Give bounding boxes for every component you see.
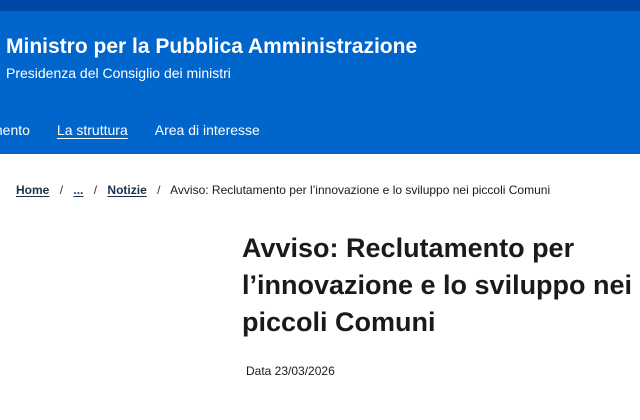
main-nav: mento La struttura Area di interesse <box>0 118 287 142</box>
breadcrumb-separator: / <box>157 183 161 197</box>
breadcrumb-separator: / <box>93 183 98 197</box>
nav-item-area-di-interesse[interactable]: Area di interesse <box>155 122 260 138</box>
breadcrumb-separator: / <box>59 183 64 197</box>
breadcrumb-news-link[interactable]: Notizie <box>107 183 146 197</box>
breadcrumb-ellipsis-link[interactable]: ... <box>73 183 83 197</box>
breadcrumb-current: Avviso: Reclutamento per l’innovazione e… <box>170 183 551 197</box>
breadcrumb-home-link[interactable]: Home <box>16 183 49 197</box>
site-header: Ministro per la Pubblica Amministrazione… <box>0 11 640 154</box>
nav-item-partial[interactable]: mento <box>0 122 30 138</box>
site-title[interactable]: Ministro per la Pubblica Amministrazione <box>6 35 417 59</box>
page-title: Avviso: Reclutamento per l’innovazione e… <box>242 233 633 337</box>
nav-item-la-struttura[interactable]: La struttura <box>57 122 128 138</box>
top-bar <box>0 0 640 11</box>
site-subtitle[interactable]: Presidenza del Consiglio dei ministri <box>6 65 231 81</box>
breadcrumb: Home / ... / Notizie / Avviso: Reclutame… <box>16 183 550 197</box>
publish-date: Data 23/03/2026 <box>246 364 335 378</box>
